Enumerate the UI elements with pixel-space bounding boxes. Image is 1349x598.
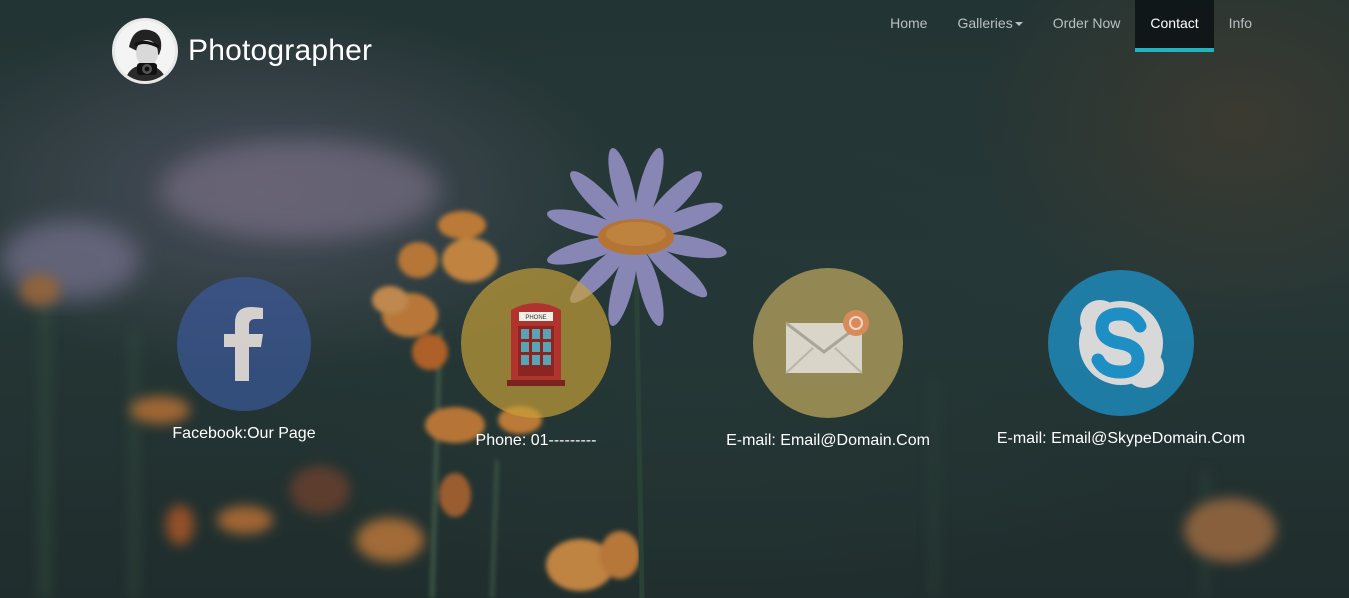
brand-title: Photographer — [188, 34, 373, 67]
photographer-avatar-icon — [112, 18, 178, 84]
skype-icon[interactable] — [1048, 270, 1194, 416]
caret-down-icon — [1014, 22, 1023, 27]
nav-item-label: Contact — [1150, 15, 1199, 31]
nav-item-home[interactable]: Home — [875, 0, 942, 52]
nav-item-contact[interactable]: Contact — [1135, 0, 1214, 52]
contact-email[interactable]: E-mail: Email@Domain.Com — [678, 268, 978, 450]
nav-item-order-now[interactable]: Order Now — [1038, 0, 1136, 52]
contact-label: Facebook:Our Page — [172, 425, 316, 442]
contact-page: Photographer Home Galleries Order Now Co… — [0, 0, 1349, 598]
nav-item-galleries[interactable]: Galleries — [942, 0, 1037, 52]
contact-facebook[interactable]: Facebook:Our Page — [94, 277, 394, 443]
mail-icon[interactable] — [753, 268, 903, 418]
main-nav: Home Galleries Order Now Contact Info — [875, 0, 1267, 52]
svg-text:PHONE: PHONE — [525, 315, 546, 321]
nav-item-info[interactable]: Info — [1214, 0, 1267, 52]
phone-booth-icon[interactable]: PHONE — [461, 268, 611, 418]
nav-item-label: Galleries — [957, 15, 1013, 31]
brand[interactable]: Photographer — [112, 18, 372, 84]
contact-skype[interactable]: E-mail: Email@SkypeDomain.Com — [971, 270, 1271, 448]
contact-label: E-mail: Email@Domain.Com — [726, 432, 930, 449]
nav-item-label: Info — [1228, 15, 1252, 31]
contact-phone[interactable]: PHONE Phone: 01--------- — [386, 268, 686, 450]
contact-label: E-mail: Email@SkypeDomain.Com — [996, 430, 1246, 447]
nav-item-label: Order Now — [1052, 15, 1121, 31]
nav-item-label: Home — [890, 15, 928, 31]
contact-label: Phone: 01--------- — [475, 432, 597, 449]
facebook-icon[interactable] — [177, 277, 311, 411]
